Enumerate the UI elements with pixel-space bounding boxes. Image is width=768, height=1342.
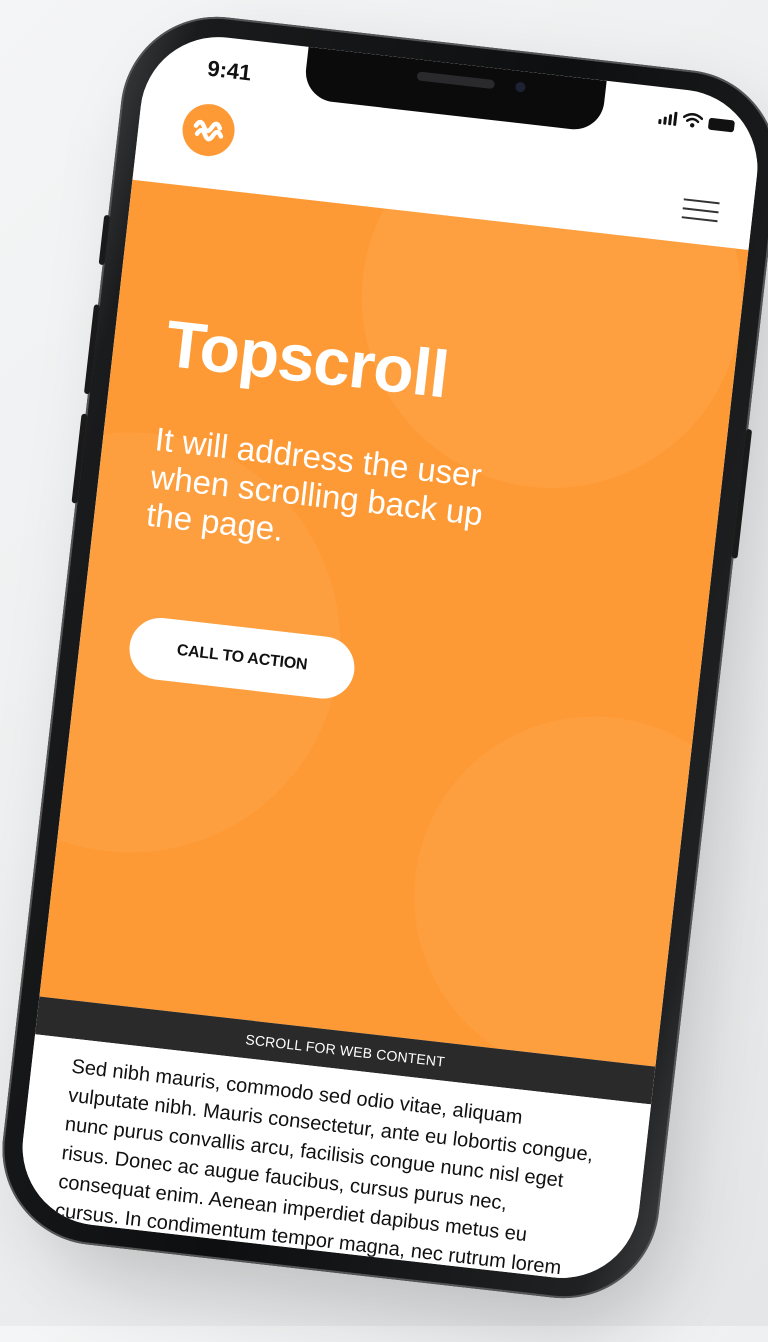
wifi-icon — [682, 113, 704, 128]
speaker-grille — [416, 71, 496, 90]
logo-icon[interactable] — [179, 101, 238, 159]
status-time: 9:41 — [206, 55, 253, 86]
logo-mark-icon — [193, 119, 224, 142]
phone-mockup: 9:41 Topscroll It will address the user … — [0, 6, 768, 1309]
hero-section: Topscroll It will address the user when … — [39, 179, 749, 1067]
status-icons — [658, 109, 735, 133]
front-camera — [514, 81, 526, 93]
battery-icon — [707, 117, 735, 133]
signal-icon — [658, 110, 678, 126]
hamburger-menu-icon[interactable] — [681, 198, 720, 223]
